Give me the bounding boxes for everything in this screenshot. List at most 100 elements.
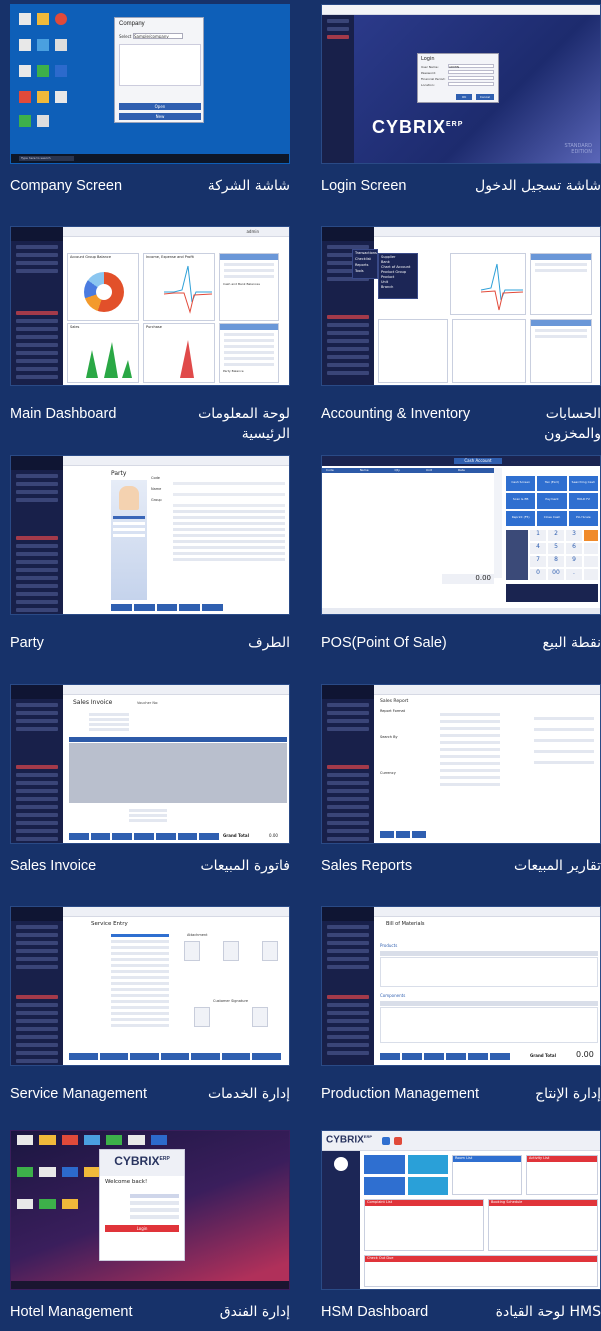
key-0[interactable]: 0 xyxy=(530,569,546,580)
hotel-login-dialog: CYBRIXERP Welcome back! Login xyxy=(99,1149,185,1261)
company-dialog-title: Company xyxy=(119,21,145,27)
caption-en: Service Management xyxy=(10,1086,148,1102)
hsm-tiles xyxy=(364,1155,448,1195)
name-field[interactable] xyxy=(173,493,285,496)
user-label: User Name: xyxy=(421,65,439,69)
sidebar xyxy=(11,227,63,385)
panel-title: Party Balance xyxy=(223,369,244,373)
group-field[interactable] xyxy=(173,504,285,507)
document-icon[interactable] xyxy=(261,941,278,961)
report-toolbar xyxy=(380,831,426,838)
brand-sub: ERP xyxy=(446,121,464,128)
submenu-item[interactable]: Branch xyxy=(379,284,417,289)
key-4[interactable]: 4 xyxy=(530,543,546,554)
panel-title: Income, Expense and Profit xyxy=(146,255,194,259)
cybrix-logo: CYBRIXERP xyxy=(372,117,463,138)
party-toolbar xyxy=(111,604,223,611)
location-label: Location: xyxy=(421,83,435,87)
pos-action-button[interactable]: Searching Cash xyxy=(568,476,598,492)
panel-title: Check Out Due xyxy=(365,1256,597,1262)
key-9[interactable]: 9 xyxy=(566,556,582,567)
col-name: Name xyxy=(359,468,369,472)
panel-title: Activity List xyxy=(527,1156,597,1162)
pos-action-button[interactable]: PLU Scale xyxy=(568,510,598,526)
taskbar-search[interactable]: Type here to search xyxy=(19,156,74,161)
caption-ar: نقطة البيع xyxy=(542,635,601,651)
password-input[interactable] xyxy=(448,70,494,74)
key-1[interactable]: 1 xyxy=(530,530,546,541)
user-input[interactable]: ADMIN xyxy=(448,64,494,69)
sidebar xyxy=(11,456,63,614)
open-button[interactable]: Open xyxy=(119,103,201,110)
booking-panel: Booking Schedule xyxy=(488,1199,598,1251)
new-button[interactable]: New xyxy=(119,113,201,120)
code-field[interactable] xyxy=(173,482,285,485)
key-2[interactable]: 2 xyxy=(548,530,564,541)
key-00[interactable]: 00 xyxy=(548,569,564,580)
key-5[interactable]: 5 xyxy=(548,543,564,554)
pos-action-button[interactable]: Payment xyxy=(537,493,567,509)
caption: Accounting & Inventory الحسابات والمخزون xyxy=(321,404,601,444)
caption-ar: شاشة تسجيل الدخول xyxy=(475,178,601,194)
line-chart xyxy=(480,263,524,311)
accounting-submenu: Supplier Bank Chart of Account Product G… xyxy=(378,253,418,299)
key-8[interactable]: 8 xyxy=(548,556,564,567)
attachment-label: Attachment xyxy=(187,933,208,937)
document-icon[interactable] xyxy=(252,1007,268,1027)
products-grid[interactable] xyxy=(380,957,598,987)
login-button[interactable]: Login xyxy=(105,1225,179,1232)
avatar xyxy=(119,486,139,510)
brand-text: CYBRIX xyxy=(372,117,447,137)
pos-action-button[interactable]: Reprint (F5) xyxy=(506,510,536,526)
add-icon[interactable] xyxy=(394,1137,402,1145)
pos-screenshot: Cash Account Code Name Qty Unit Rate Cas… xyxy=(321,455,601,615)
service-title: Service Entry xyxy=(91,921,128,927)
hotel-screenshot: CYBRIXERP Welcome back! Login xyxy=(10,1130,290,1290)
caption: Sales Reports تقارير المبيعات xyxy=(321,856,601,876)
location-select[interactable] xyxy=(448,82,494,86)
pos-action-button[interactable]: Scan & EB xyxy=(506,493,536,509)
components-grid[interactable] xyxy=(380,1007,598,1043)
key-dot[interactable]: . xyxy=(566,569,582,580)
pos-action-button[interactable]: Cash Screen xyxy=(506,476,536,492)
accounting-screenshot: Transactions Checklist Reports Tools Sup… xyxy=(321,226,601,386)
document-icon[interactable] xyxy=(184,941,201,961)
topbar xyxy=(322,5,600,15)
company-list[interactable] xyxy=(119,44,201,86)
taskbar xyxy=(11,1281,289,1289)
caption-ar: الطرف xyxy=(248,635,290,651)
caption: POS(Point Of Sale) نقطة البيع xyxy=(321,633,601,653)
ok-button[interactable]: OK xyxy=(456,94,472,100)
pos-action-button[interactable]: Tax (Excl) xyxy=(537,476,567,492)
menu-tools[interactable]: Tools xyxy=(353,268,377,274)
caption-ar: إدارة الخدمات xyxy=(207,1086,290,1102)
pos-action-button[interactable]: Close Cash xyxy=(537,510,567,526)
key-3[interactable]: 3 xyxy=(566,530,582,541)
pos-topbar: Cash Account xyxy=(322,456,600,466)
signature-label: Customer Signature xyxy=(213,999,248,1003)
brand-sub: ERP xyxy=(159,1156,170,1162)
document-icon[interactable] xyxy=(222,941,239,961)
brand-sub: ERP xyxy=(363,1134,373,1139)
invoice-grid[interactable] xyxy=(69,743,287,803)
hotel-logo: CYBRIXERP xyxy=(100,1150,184,1176)
key-7[interactable]: 7 xyxy=(530,556,546,567)
pos-action-button[interactable]: HOLD F2 xyxy=(568,493,598,509)
purchase-chart xyxy=(180,340,194,378)
party-title: Party xyxy=(111,470,127,477)
caption-ar: فاتورة المبيعات xyxy=(200,858,290,874)
party-photo-panel xyxy=(111,480,147,600)
cancel-button[interactable]: Cancel xyxy=(476,94,494,100)
period-select[interactable] xyxy=(448,76,494,80)
pos-bottom-buttons xyxy=(506,584,598,602)
sidebar xyxy=(11,907,63,1065)
cash-account-button[interactable]: Cash Account xyxy=(454,458,502,464)
panel-title: Complaint List xyxy=(365,1200,483,1206)
company-select[interactable]: Sample/company xyxy=(133,33,183,39)
home-icon[interactable] xyxy=(382,1137,390,1145)
components-label: Components xyxy=(380,993,406,998)
edition-label: STANDARD EDITION xyxy=(564,143,592,155)
document-icon[interactable] xyxy=(194,1007,210,1027)
key-6[interactable]: 6 xyxy=(566,543,582,554)
invoice-form xyxy=(69,711,129,733)
